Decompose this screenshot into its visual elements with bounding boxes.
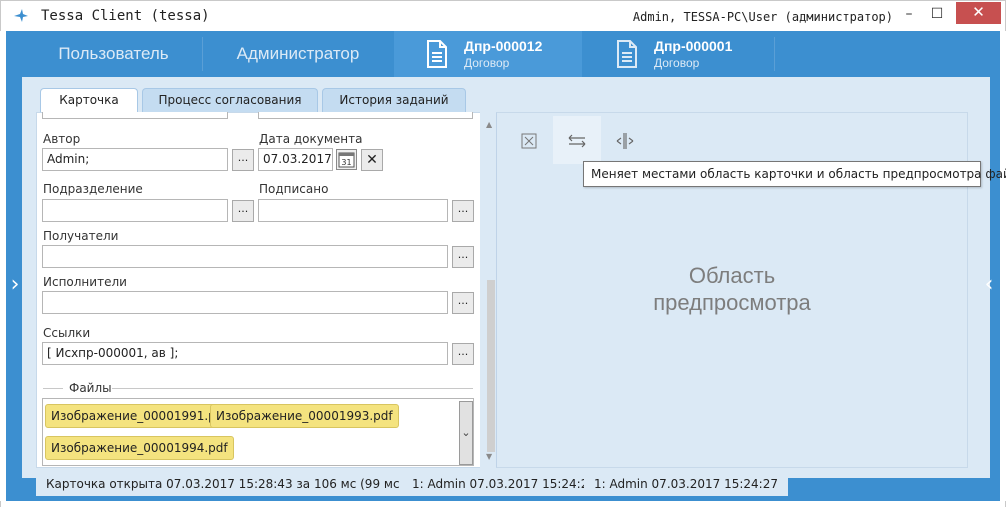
scrollbar-thumb[interactable] [487,280,495,452]
card-scrollbar[interactable]: ▲ ▼ [484,116,496,464]
close-preview-button[interactable] [505,116,553,164]
links-select-button[interactable]: ... [452,343,474,365]
clear-date-button[interactable]: ✕ [361,149,383,171]
links-field[interactable]: [ Исхпр-000001, ав ]; [42,342,448,365]
close-box-icon [521,133,537,148]
current-user: Admin, TESSA-PC\User (администратор) [632,10,893,24]
executors-label: Исполнители [43,275,127,289]
window-title: Tessa Client (tessa) [41,8,210,24]
scrolled-field-edge [258,112,473,119]
status-lock-info: 1: Admin 07.03.2017 15:24:27 [402,472,606,496]
scrolled-field-edge [42,112,228,119]
document-icon [617,40,637,68]
preview-placeholder: Область предпросмотра [596,262,868,316]
tab-task-history[interactable]: История заданий [322,88,466,112]
executors-select-button[interactable]: ... [452,292,474,314]
signed-label: Подписано [259,182,329,196]
right-panel-expand-icon[interactable]: ‹ [982,270,996,300]
tab-separator [774,37,775,71]
tab-document-title: Дпр-000001 [654,38,733,54]
tab-document-title: Дпр-000012 [464,38,543,54]
swap-arrows-icon [568,134,586,147]
doc-date-label: Дата документа [259,132,363,146]
author-select-button[interactable]: ... [232,149,254,171]
tessa-logo-icon [14,9,28,22]
status-card-opened: Карточка открыта 07.03.2017 15:28:43 за … [36,472,456,496]
executors-field[interactable] [42,291,448,314]
tab-document-subtitle: Договор [654,56,700,70]
recipients-field[interactable] [42,245,448,268]
recipients-label: Получатели [43,229,119,243]
tab-card[interactable]: Карточка [40,88,138,113]
status-lock-info: 1: Admin 07.03.2017 15:24:27 [584,472,788,496]
tab-document-subtitle: Договор [464,56,510,70]
main-tab-strip: Пользователь Администратор Дпр-000012 До… [6,31,1000,77]
tab-document-dpr-000001[interactable]: Дпр-000001 Договор [584,31,772,77]
minimize-button[interactable]: – [895,3,923,27]
scroll-up-icon[interactable]: ▲ [486,120,492,129]
tab-administrator[interactable]: Администратор [203,31,393,77]
author-field[interactable]: Admin; [42,148,228,171]
tab-administrator-label: Администратор [236,44,360,63]
swap-areas-tooltip: Меняет местами область карточки и област… [583,161,1006,187]
maximize-button[interactable]: ☐ [923,3,951,27]
swap-areas-button[interactable] [553,116,601,164]
svg-text:31: 31 [341,158,351,167]
department-select-button[interactable]: ... [232,200,254,222]
files-divider-right [112,388,473,389]
preview-placeholder-line2: предпросмотра [653,290,811,315]
files-header: Файлы [69,381,112,395]
department-label: Подразделение [43,182,143,196]
tab-user-label: Пользователь [58,44,169,63]
signed-select-button[interactable]: ... [452,200,474,222]
file-item[interactable]: Изображение_00001991.pdf [45,404,234,428]
close-window-button[interactable]: ✕ [956,2,1001,24]
files-expand-button[interactable]: ⌄ [459,401,473,465]
tab-document-dpr-000012[interactable]: Дпр-000012 Договор [394,31,582,77]
split-layout-button[interactable] [601,116,649,164]
recipients-select-button[interactable]: ... [452,246,474,268]
doc-date-field[interactable]: 07.03.2017 [258,148,333,171]
author-label: Автор [43,132,81,146]
tab-user[interactable]: Пользователь [26,31,201,77]
left-panel-expand-icon[interactable]: › [8,270,22,300]
department-field[interactable] [42,199,228,222]
links-label: Ссылки [43,326,91,340]
scroll-down-icon[interactable]: ▼ [486,452,492,461]
calendar-button[interactable]: 31 [336,149,357,170]
window-titlebar: Tessa Client (tessa) Admin, TESSA-PC\Use… [0,0,1006,31]
signed-field[interactable] [258,199,448,222]
split-vertical-icon [616,132,634,149]
window-bottom-edge [0,501,1006,507]
file-item[interactable]: Изображение_00001994.pdf [45,436,234,460]
preview-placeholder-line1: Область [688,263,776,288]
files-divider-left [43,388,63,389]
calendar-icon: 31 [338,152,355,168]
document-icon [427,40,447,68]
file-item[interactable]: Изображение_00001993.pdf [210,404,399,428]
tab-approval-process[interactable]: Процесс согласования [142,88,318,112]
